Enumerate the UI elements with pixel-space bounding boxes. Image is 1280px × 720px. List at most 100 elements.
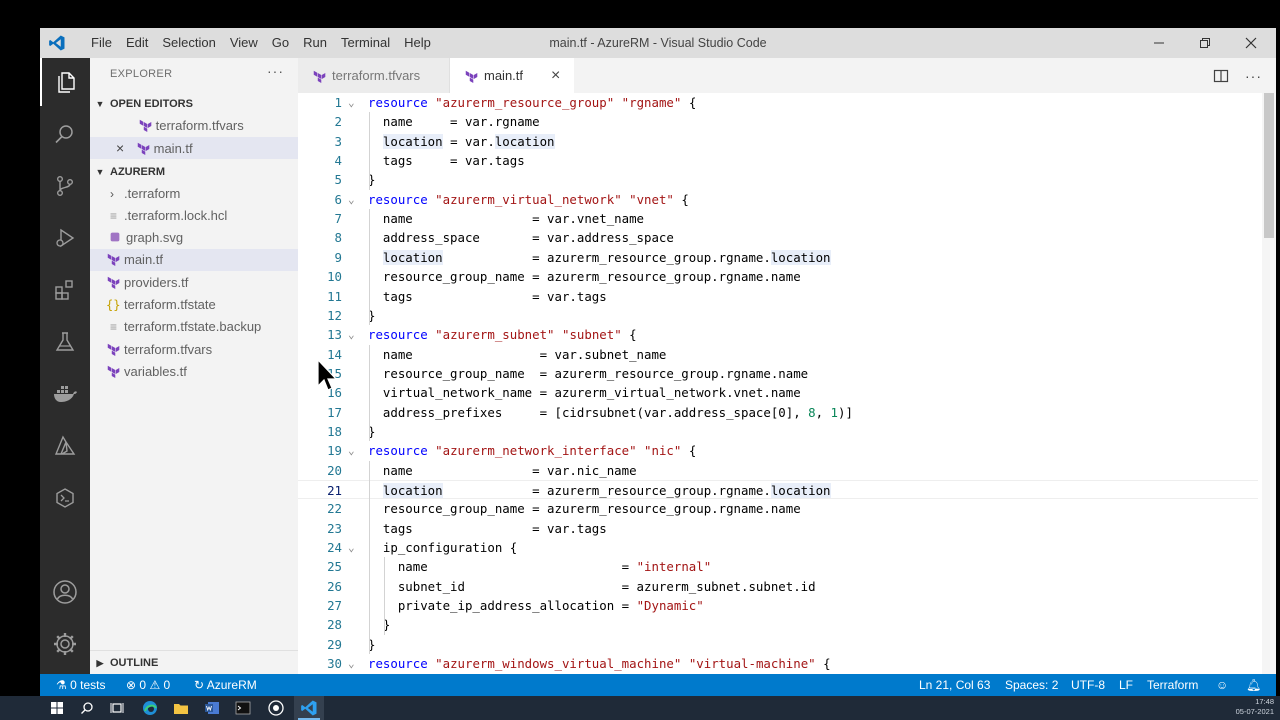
vscode-taskbar-button[interactable]	[294, 696, 324, 720]
close-window-button[interactable]	[1228, 28, 1274, 58]
activity-search[interactable]	[40, 110, 90, 158]
code-editor[interactable]: 1 ⌄ resource "azurerm_resource_group" "rgn…	[298, 93, 1276, 674]
fold-chevron-icon[interactable]: ⌄	[348, 654, 362, 673]
windows-start-icon[interactable]	[48, 699, 66, 717]
code-line[interactable]: 7 name = var.vnet_name	[298, 209, 1258, 228]
taskbar-clock[interactable]: 17:48 05-07-2021	[1236, 697, 1274, 717]
open-editors-section[interactable]: ▼ OPEN EDITORS	[90, 93, 298, 115]
more-actions-icon[interactable]: ···	[1245, 68, 1262, 84]
code-line[interactable]: 27 private_ip_address_allocation = "Dyna…	[298, 596, 1258, 615]
file-tree-item[interactable]: ≡ terraform.tfstate.backup	[90, 316, 298, 338]
outline-section[interactable]: ▶ OUTLINE	[90, 652, 298, 674]
code-line[interactable]: 10 resource_group_name = azurerm_resourc…	[298, 267, 1258, 286]
code-line[interactable]: 20 name = var.nic_name	[298, 461, 1258, 480]
code-line[interactable]: 9 location = azurerm_resource_group.rgna…	[298, 248, 1258, 267]
word-icon[interactable]	[203, 699, 221, 717]
status-tests[interactable]: ⚗ 0 tests	[56, 674, 105, 696]
code-line[interactable]: 6 ⌄ resource "azurerm_virtual_network" "vn…	[298, 190, 1258, 209]
activity-manage[interactable]	[40, 620, 90, 668]
code-line[interactable]: 3 location = var.location	[298, 132, 1258, 151]
minimize-button[interactable]	[1136, 28, 1182, 58]
code-line[interactable]: 30 ⌄ resource "azurerm_windows_virtual_mac…	[298, 654, 1258, 673]
code-line[interactable]: 15 resource_group_name = azurerm_resourc…	[298, 364, 1258, 383]
code-line[interactable]: 4 tags = var.tags	[298, 151, 1258, 170]
fold-chevron-icon[interactable]: ⌄	[348, 538, 362, 557]
activity-source-control[interactable]	[40, 162, 90, 210]
code-line[interactable]: 2 name = var.rgname	[298, 112, 1258, 131]
restore-button[interactable]	[1182, 28, 1228, 58]
code-line[interactable]: 25 name = "internal"	[298, 557, 1258, 576]
activity-testing[interactable]	[40, 318, 90, 366]
fold-chevron-icon[interactable]: ⌄	[348, 441, 362, 460]
code-line[interactable]: 17 address_prefixes = [cidrsubnet(var.ad…	[298, 403, 1258, 422]
open-editor-item-active[interactable]: × main.tf	[90, 137, 298, 159]
edge-browser-icon[interactable]	[141, 699, 159, 717]
code-line[interactable]: 28 }	[298, 615, 1258, 634]
code-line[interactable]: 16 virtual_network_name = azurerm_virtua…	[298, 383, 1258, 402]
github-icon[interactable]	[267, 699, 285, 717]
status-indentation[interactable]: Spaces: 2	[1005, 674, 1058, 696]
status-language[interactable]: Terraform	[1147, 674, 1198, 696]
status-feedback[interactable]: ☺	[1216, 674, 1228, 696]
menu-help[interactable]: Help	[397, 28, 438, 58]
activity-azure[interactable]	[40, 422, 90, 470]
file-explorer-icon[interactable]	[172, 699, 190, 717]
menu-go[interactable]: Go	[265, 28, 296, 58]
file-tree-item[interactable]: variables.tf	[90, 361, 298, 383]
code-line[interactable]: 21 location = azurerm_resource_group.rgn…	[298, 480, 1258, 500]
open-editor-item[interactable]: terraform.tfvars	[90, 115, 298, 137]
file-tree-item[interactable]: terraform.tfvars	[90, 339, 298, 361]
close-icon[interactable]: ×	[116, 137, 132, 159]
code-line[interactable]: 26 subnet_id = azurerm_subnet.subnet.id	[298, 577, 1258, 596]
code-line[interactable]: 12}	[298, 306, 1258, 325]
code-line[interactable]: 5}	[298, 170, 1258, 189]
activity-accounts[interactable]	[40, 568, 90, 616]
code-line[interactable]: 19 ⌄ resource "azurerm_network_interface" …	[298, 441, 1258, 460]
activity-explorer[interactable]	[40, 58, 90, 106]
menu-view[interactable]: View	[223, 28, 265, 58]
code-line[interactable]: 11 tags = var.tags	[298, 287, 1258, 306]
menu-selection[interactable]: Selection	[155, 28, 222, 58]
code-line[interactable]: 23 tags = var.tags	[298, 519, 1258, 538]
code-line[interactable]: 8 address_space = var.address_space	[298, 228, 1258, 247]
split-editor-icon[interactable]	[1213, 68, 1229, 84]
terminal-app-icon[interactable]	[234, 699, 252, 717]
fold-chevron-icon[interactable]: ⌄	[348, 190, 362, 209]
file-tree-item[interactable]: ≡ .terraform.lock.hcl	[90, 205, 298, 227]
status-encoding[interactable]: UTF-8	[1071, 674, 1105, 696]
code-line[interactable]: 13 ⌄ resource "azurerm_subnet" "subnet" {	[298, 325, 1258, 344]
task-view-icon[interactable]	[108, 699, 126, 717]
explorer-more-button[interactable]: ···	[267, 63, 284, 79]
close-tab-icon[interactable]: ×	[551, 67, 560, 85]
file-tree-item[interactable]: {} terraform.tfstate	[90, 294, 298, 316]
activity-remote-terminal[interactable]	[40, 474, 90, 522]
status-problems[interactable]: ⊗ 0 ⚠ 0	[126, 674, 170, 696]
editor-scrollbar-thumb[interactable]	[1264, 93, 1274, 238]
status-eol[interactable]: LF	[1119, 674, 1133, 696]
code-line[interactable]: 29}	[298, 635, 1258, 654]
menu-file[interactable]: File	[84, 28, 119, 58]
code-line[interactable]: 14 name = var.subnet_name	[298, 345, 1258, 364]
activity-extensions[interactable]	[40, 266, 90, 314]
fold-chevron-icon[interactable]: ⌄	[348, 93, 362, 112]
file-tree-item-selected[interactable]: main.tf	[90, 249, 298, 271]
code-line[interactable]: 24 ⌄ ip_configuration {	[298, 538, 1258, 557]
taskbar-search-icon[interactable]	[78, 699, 96, 717]
file-tree-item[interactable]: providers.tf	[90, 272, 298, 294]
activity-docker[interactable]	[40, 370, 90, 418]
status-notifications[interactable]: 🔔︎	[1246, 674, 1261, 696]
file-tree-item[interactable]: graph.svg	[90, 227, 298, 249]
menu-run[interactable]: Run	[296, 28, 334, 58]
code-line[interactable]: 18}	[298, 422, 1258, 441]
status-workspace[interactable]: ↻ AzureRM	[194, 674, 257, 696]
folder-section[interactable]: ▼ AZURERM	[90, 161, 298, 183]
file-tree-item[interactable]: › .terraform	[90, 183, 298, 205]
fold-chevron-icon[interactable]: ⌄	[348, 325, 362, 344]
activity-run-debug[interactable]	[40, 214, 90, 262]
menu-edit[interactable]: Edit	[119, 28, 155, 58]
tab-main-tf[interactable]: main.tf ×	[450, 58, 574, 93]
code-line[interactable]: 22 resource_group_name = azurerm_resourc…	[298, 499, 1258, 518]
status-cursor-position[interactable]: Ln 21, Col 63	[919, 674, 990, 696]
code-line[interactable]: 1 ⌄ resource "azurerm_resource_group" "rgn…	[298, 93, 1258, 112]
vscode-logo-icon[interactable]	[48, 34, 66, 52]
